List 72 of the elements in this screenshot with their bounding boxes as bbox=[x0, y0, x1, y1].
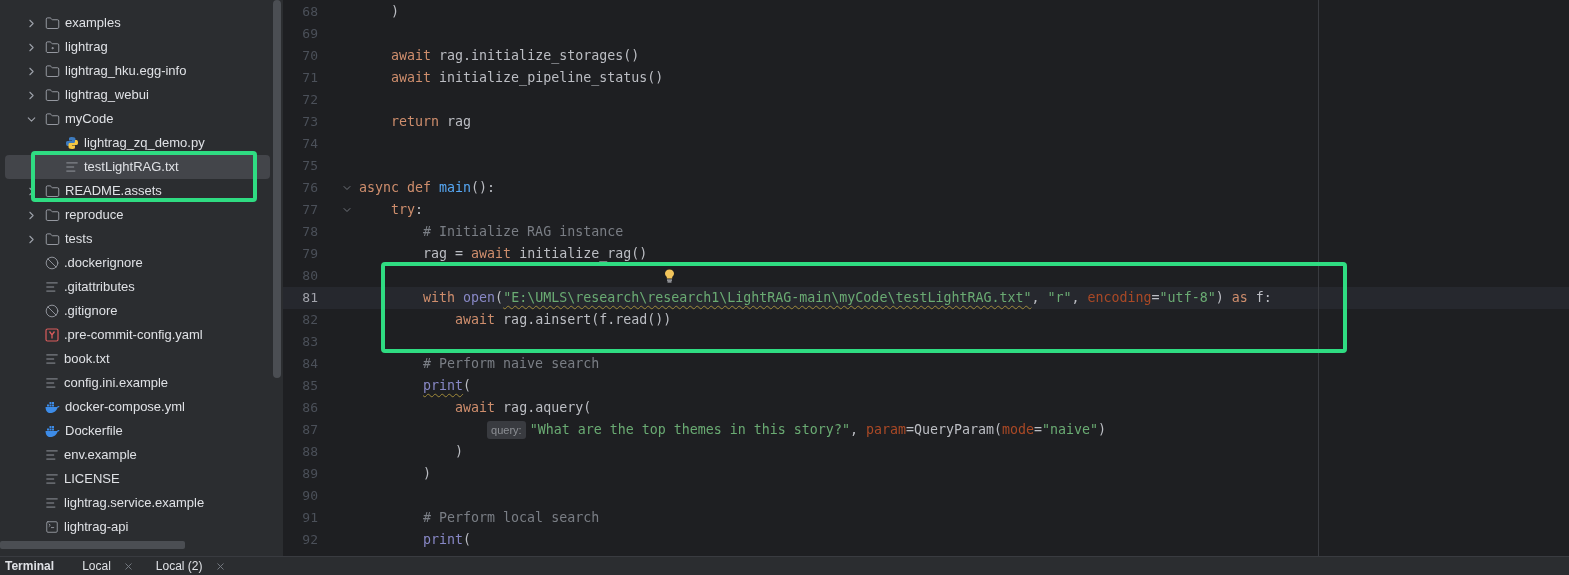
folder-icon bbox=[45, 15, 60, 31]
terminal-file-icon bbox=[45, 520, 59, 534]
line-number: 81 bbox=[301, 289, 318, 308]
code-line: async def main(): bbox=[359, 179, 496, 198]
tree-item[interactable]: .gitignore bbox=[5, 299, 270, 323]
folder-icon bbox=[45, 63, 60, 79]
folder-icon bbox=[45, 87, 60, 103]
folder-icon bbox=[45, 183, 60, 199]
tree-item[interactable]: .pre-commit-config.yaml bbox=[5, 323, 270, 347]
text-file-icon bbox=[65, 160, 79, 174]
code-line: # Initialize RAG instance bbox=[423, 223, 624, 242]
tree-item[interactable]: lightrag-api bbox=[5, 515, 270, 539]
tree-item[interactable]: reproduce bbox=[5, 203, 270, 227]
terminal-tab[interactable]: Local bbox=[82, 557, 134, 575]
tree-item[interactable]: LICENSE bbox=[5, 467, 270, 491]
scrollbar-thumb[interactable] bbox=[0, 541, 185, 549]
yaml-file-icon bbox=[45, 328, 59, 342]
code-line: await rag.aquery( bbox=[455, 399, 592, 418]
tree-item[interactable]: examples bbox=[5, 11, 270, 35]
code-line: with open("E:\UMLS\research\research1\LightRAG-main\myCode\testLightRAG.txt", "r", encoding="utf-8") as f: bbox=[423, 289, 1272, 308]
tree-item[interactable]: lightrag bbox=[5, 35, 270, 59]
code-line: # Perform local search bbox=[423, 509, 600, 528]
ignore-file-icon bbox=[45, 256, 59, 270]
code-line: return rag bbox=[391, 113, 472, 132]
code-line: await rag.ainsert(f.read()) bbox=[455, 311, 672, 330]
tree-item[interactable]: lightrag_hku.egg-info bbox=[5, 59, 270, 83]
code-line: await initialize_pipeline_status() bbox=[391, 69, 664, 88]
text-file-icon bbox=[45, 352, 59, 366]
tree-item[interactable]: myCode bbox=[5, 107, 270, 131]
panel-title: Terminal bbox=[5, 558, 55, 575]
whale-icon bbox=[45, 424, 60, 438]
tree-item[interactable]: lightrag_webui bbox=[5, 83, 270, 107]
text-file-icon bbox=[45, 496, 59, 510]
code-line: print( bbox=[423, 531, 472, 550]
whale-icon bbox=[45, 400, 60, 414]
code-line: ) bbox=[391, 3, 400, 22]
tree-item[interactable]: .gitattributes bbox=[5, 275, 270, 299]
code-line: try: bbox=[391, 201, 424, 220]
close-icon[interactable] bbox=[122, 560, 134, 572]
ignore-file-icon bbox=[45, 304, 59, 318]
code-line: ) bbox=[423, 465, 432, 484]
code-line: # Perform naive search bbox=[423, 355, 600, 374]
scrollbar-thumb[interactable] bbox=[273, 0, 281, 378]
code-line: "What are the top themes in this story?", param=QueryParam(mode="naive") bbox=[529, 421, 1107, 440]
tree-item[interactable]: lightrag.service.example bbox=[5, 491, 270, 515]
tree-item[interactable]: env.example bbox=[5, 443, 270, 467]
text-file-icon bbox=[45, 376, 59, 390]
inlay-hint: query: bbox=[487, 421, 526, 439]
folder-icon bbox=[45, 111, 60, 127]
python-icon bbox=[65, 136, 79, 150]
tree-item[interactable]: Dockerfile bbox=[5, 419, 270, 443]
tree-item[interactable]: lightrag_zq_demo.py bbox=[5, 131, 270, 155]
lightbulb-icon[interactable] bbox=[664, 269, 675, 283]
text-file-icon bbox=[45, 280, 59, 294]
code-line: rag = await initialize_rag() bbox=[423, 245, 648, 264]
folder-icon bbox=[45, 39, 60, 55]
tree-item[interactable]: .dockerignore bbox=[5, 251, 270, 275]
tree-item[interactable]: docker-compose.yml bbox=[5, 395, 270, 419]
close-icon[interactable] bbox=[214, 560, 226, 572]
tree-item[interactable]: book.txt bbox=[5, 347, 270, 371]
text-file-icon bbox=[45, 472, 59, 486]
tree-item[interactable]: config.ini.example bbox=[5, 371, 270, 395]
tree-item[interactable]: tests bbox=[5, 227, 270, 251]
code-line: ) bbox=[455, 443, 464, 462]
folder-icon bbox=[45, 207, 60, 223]
tree-item[interactable]: README.assets bbox=[5, 179, 270, 203]
folder-icon bbox=[45, 231, 60, 247]
code-line: print( bbox=[423, 377, 472, 396]
tree-item[interactable]: testLightRAG.txt bbox=[5, 155, 270, 179]
code-line: await rag.initialize_storages() bbox=[391, 47, 640, 66]
terminal-tab[interactable]: Local (2) bbox=[155, 557, 226, 575]
text-file-icon bbox=[45, 448, 59, 462]
